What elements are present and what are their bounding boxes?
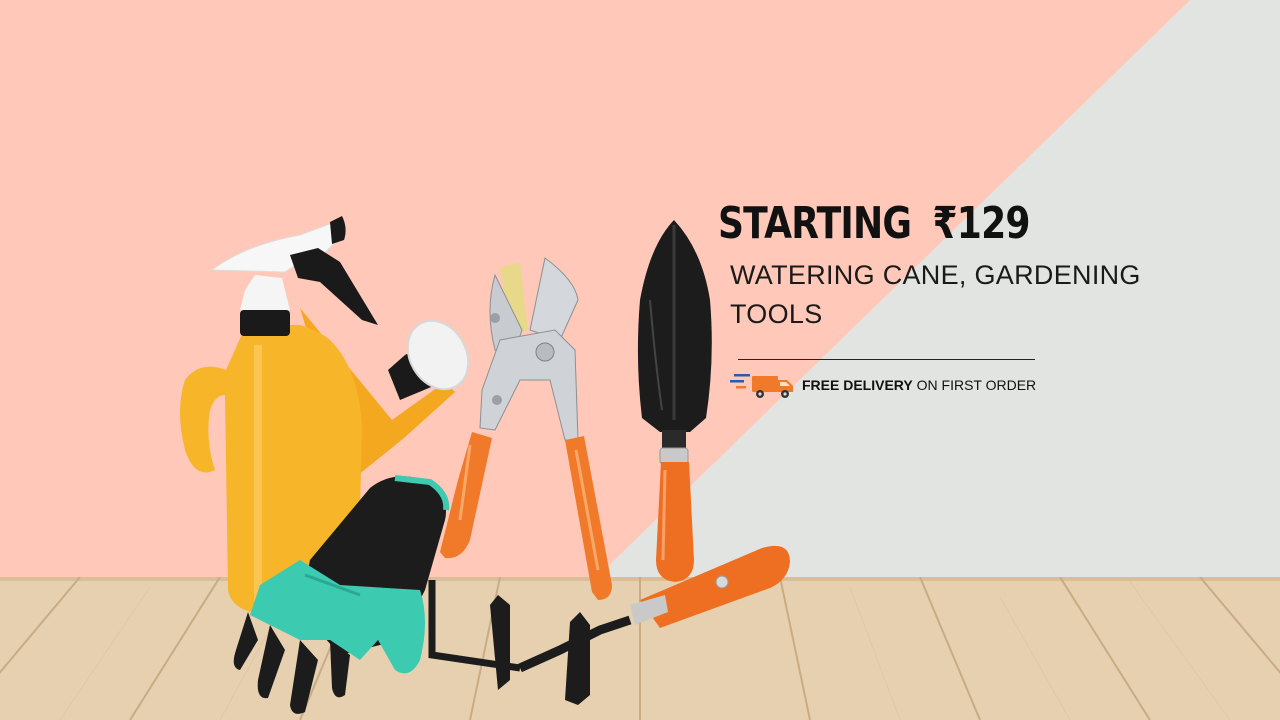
divider-line xyxy=(738,359,1035,360)
first-order-label: ON FIRST ORDER xyxy=(912,377,1037,393)
hand-cultivator xyxy=(428,545,790,705)
pruner xyxy=(440,257,612,600)
headline-price: ₹129 xyxy=(932,198,1030,249)
delivery-offer: FREE DELIVERY ON FIRST ORDER xyxy=(730,370,1036,400)
headline-starting: STARTING xyxy=(718,198,912,249)
free-delivery-label: FREE DELIVERY xyxy=(802,377,913,393)
product-illustration xyxy=(180,216,790,714)
product-subtitle: WATERING CANE, GARDENING TOOLS xyxy=(730,260,1141,329)
promo-banner[interactable]: STARTING ₹129 WATERING CANE, GARDENING TO… xyxy=(0,0,1280,720)
headline: STARTING ₹129 xyxy=(718,198,1030,249)
delivery-truck-icon xyxy=(730,374,793,398)
trowel xyxy=(637,220,712,582)
delivery-text: FREE DELIVERY ON FIRST ORDER xyxy=(802,377,1036,393)
